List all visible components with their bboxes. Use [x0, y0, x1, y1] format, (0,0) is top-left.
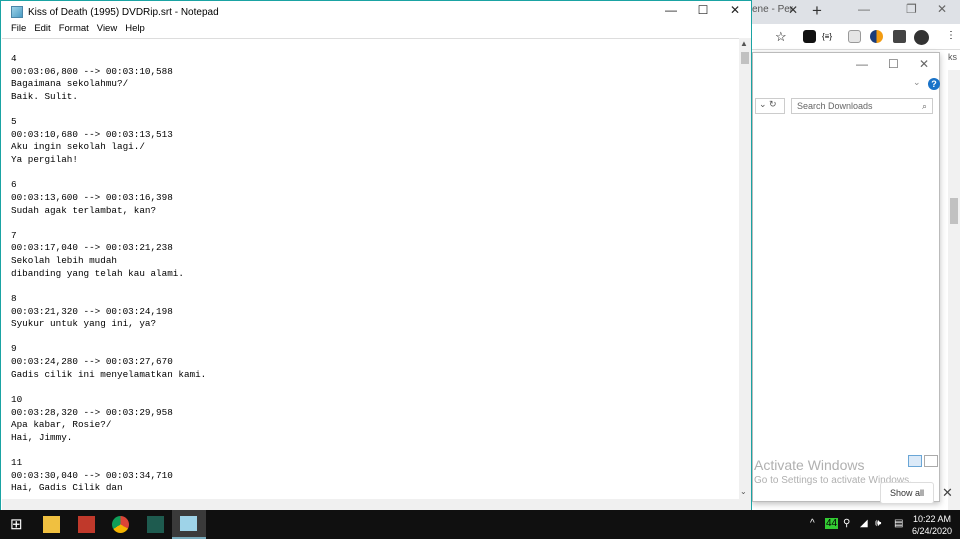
window-title: Kiss of Death (1995) DVDRip.srt - Notepa… [28, 6, 219, 18]
chrome-tab[interactable]: ene - Per [752, 4, 793, 15]
file-explorer-icon[interactable] [43, 516, 60, 533]
puzzle-icon[interactable] [893, 30, 906, 43]
details-view-icon[interactable] [908, 455, 922, 467]
minimize-button[interactable]: — [656, 3, 686, 21]
page-scrollbar[interactable] [948, 70, 960, 510]
extension-json-icon[interactable]: {≡} [822, 32, 832, 41]
title-bar: Kiss of Death (1995) DVDRip.srt - Notepa… [1, 1, 751, 23]
help-icon[interactable]: ? [928, 78, 940, 90]
close-tab-icon[interactable]: ✕ [788, 3, 798, 17]
date: 6/24/2020 [912, 526, 953, 536]
scrollbar-thumb[interactable] [950, 198, 958, 224]
show-hidden-icons[interactable]: ^ [810, 518, 815, 529]
windows-start-icon[interactable]: ⊞ [10, 515, 23, 533]
editor-content[interactable]: 4 00:03:06,800 --> 00:03:10,588 Bagaiman… [2, 39, 739, 495]
wifi-icon[interactable]: ◢ [860, 518, 868, 529]
new-tab-icon[interactable]: + [812, 1, 822, 21]
close-download-bar-icon[interactable]: ✕ [942, 485, 953, 501]
minimize-icon[interactable]: — [858, 2, 870, 16]
clock[interactable]: 10:22 AM 6/24/2020 [912, 513, 952, 537]
bookmark-star-icon[interactable]: ☆ [775, 29, 787, 45]
menu-help[interactable]: Help [121, 23, 149, 37]
chevron-down-icon[interactable]: ⌄ [913, 77, 921, 88]
search-placeholder: Search Downloads [797, 101, 873, 111]
notification-icon[interactable]: ▤ [894, 518, 903, 529]
tiles-view-icon[interactable] [924, 455, 938, 467]
minimize-icon[interactable]: — [856, 57, 868, 71]
volume-icon[interactable]: 🕪 [875, 518, 881, 529]
bookmarks-label: ks [948, 52, 957, 62]
menu-format[interactable]: Format [55, 23, 93, 37]
scroll-down-icon[interactable]: ⌄ [740, 487, 747, 496]
close-button[interactable]: ✕ [720, 3, 750, 21]
notepad-window: Kiss of Death (1995) DVDRip.srt - Notepa… [0, 0, 752, 511]
notepad-icon [11, 6, 23, 18]
cast-icon[interactable] [848, 30, 861, 43]
extension-icon[interactable] [803, 30, 816, 43]
menu-icon[interactable]: ⋮ [946, 30, 956, 41]
scroll-up-icon[interactable]: ▲ [740, 39, 748, 48]
network-icon[interactable]: ⚲ [843, 518, 850, 529]
close-icon[interactable]: ✕ [919, 57, 929, 71]
menu-edit[interactable]: Edit [30, 23, 54, 37]
refresh-button[interactable]: ⌄ ↻ [755, 98, 785, 114]
text-editor[interactable]: 4 00:03:06,800 --> 00:03:10,588 Bagaiman… [2, 38, 739, 499]
chrome-icon[interactable] [112, 516, 129, 533]
show-all-button[interactable]: Show all [880, 482, 934, 504]
extension-icon[interactable] [870, 30, 883, 43]
menu-file[interactable]: File [7, 23, 30, 37]
search-input[interactable]: Search Downloads ⌕ [791, 98, 933, 114]
maximize-icon[interactable]: ☐ [888, 57, 899, 71]
restore-icon[interactable]: ❐ [906, 2, 917, 16]
activate-windows-title: Activate Windows [754, 457, 865, 473]
downloads-window: — ☐ ✕ ⌄ ? ⌄ ↻ Search Downloads ⌕ [752, 52, 940, 502]
vertical-scrollbar[interactable]: ▲ ⌄ [739, 38, 751, 499]
search-icon: ⌕ [921, 101, 927, 111]
time: 10:22 AM [913, 514, 952, 524]
battery-badge[interactable]: 44 [825, 518, 839, 529]
terminal-icon[interactable] [147, 516, 164, 533]
menu-view[interactable]: View [93, 23, 121, 37]
scrollbar-thumb[interactable] [741, 52, 749, 64]
avatar[interactable] [914, 30, 929, 45]
taskbar: ⊞ ^ 44 ⚲ ◢ 🕪 ▤ 10:22 AM 6/24/2020 [0, 510, 960, 539]
app-icon[interactable] [78, 516, 95, 533]
notepad-taskbar-button[interactable] [172, 510, 206, 539]
maximize-button[interactable]: ☐ [688, 3, 718, 21]
menu-bar: File Edit Format View Help [1, 23, 751, 37]
close-icon[interactable]: ✕ [937, 2, 947, 16]
